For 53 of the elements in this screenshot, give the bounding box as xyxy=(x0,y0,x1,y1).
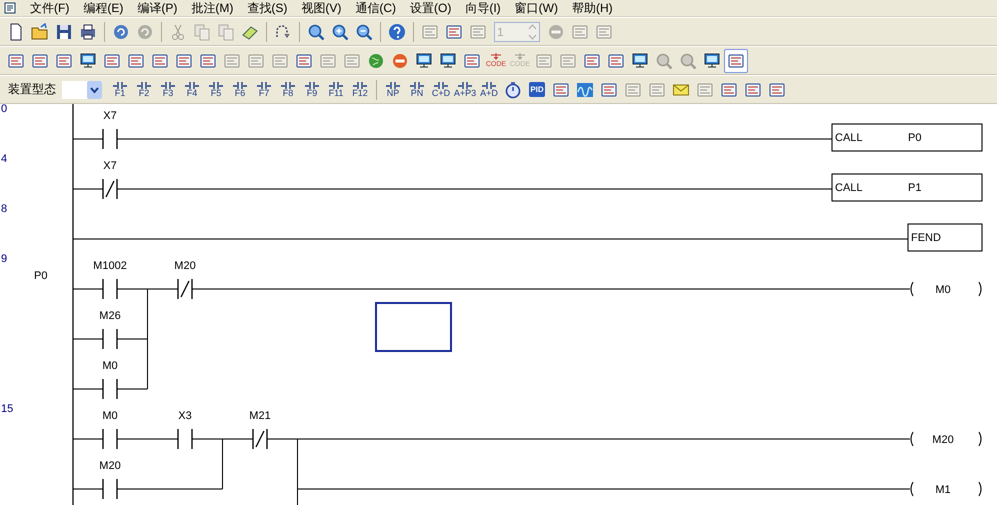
toolbar-button[interactable]: A+D xyxy=(477,78,501,102)
menu-item[interactable]: 查找(S) xyxy=(247,0,288,16)
contact-label: X7 xyxy=(103,110,117,122)
coil-label: M0 xyxy=(935,284,951,296)
toolbar-button[interactable]: A+P3 xyxy=(453,78,477,102)
toolbar-button[interactable]: C+D xyxy=(429,78,453,102)
pointer-label: P0 xyxy=(34,270,48,282)
step-number: 15 xyxy=(1,403,14,415)
step-number: 8 xyxy=(1,203,8,215)
step-number: 9 xyxy=(1,253,8,265)
toolbar-button[interactable]: F6 xyxy=(228,78,252,102)
instruction-text: CALL xyxy=(835,182,863,194)
operand-text: P1 xyxy=(908,182,922,194)
toolbar-button[interactable]: F1 xyxy=(108,78,132,102)
contact-label: M1002 xyxy=(93,260,127,272)
toolbar-button[interactable]: F9 xyxy=(300,78,324,102)
menu-item[interactable]: 帮助(H) xyxy=(572,0,613,16)
toolbar-button[interactable]: NP xyxy=(381,78,405,102)
toolbar-button[interactable]: F4 xyxy=(180,78,204,102)
device-type-label: 装置型态 xyxy=(8,81,56,98)
menu-item[interactable]: 设置(O) xyxy=(410,0,452,16)
contact-label: M26 xyxy=(99,310,121,322)
menu-item[interactable]: 视图(V) xyxy=(301,0,342,16)
contact-label: X7 xyxy=(103,160,117,172)
toolbar-button[interactable]: F11 xyxy=(324,78,348,102)
contact-label: M20 xyxy=(174,260,196,272)
toolbar-button[interactable]: PN xyxy=(405,78,429,102)
toolbar-button[interactable]: F3 xyxy=(156,78,180,102)
toolbar-button[interactable]: F8 xyxy=(276,78,300,102)
coil-label: M20 xyxy=(932,434,954,446)
menu-item[interactable]: 批注(M) xyxy=(191,0,234,16)
menu-item[interactable]: 文件(F) xyxy=(30,0,70,16)
menu-item[interactable]: 编译(P) xyxy=(137,0,178,16)
contact-label: M0 xyxy=(102,360,118,372)
contact-label: M21 xyxy=(249,410,271,422)
coil-label: M1 xyxy=(935,484,951,496)
toolbar-button[interactable]: F5 xyxy=(204,78,228,102)
menu-item[interactable]: 通信(C) xyxy=(355,0,396,16)
menu-item[interactable]: 窗口(W) xyxy=(514,0,558,16)
contact-label: M20 xyxy=(99,460,121,472)
toolbar-button[interactable]: F2 xyxy=(132,78,156,102)
menu-item[interactable]: 向导(I) xyxy=(465,0,501,16)
toolbar-button[interactable]: PID xyxy=(525,78,549,102)
menu-item[interactable]: 编程(E) xyxy=(83,0,124,16)
step-number: 0 xyxy=(1,104,8,115)
instruction-text: CALL xyxy=(835,132,863,144)
operand-text: P0 xyxy=(908,132,922,144)
step-number: 4 xyxy=(1,153,8,165)
contact-label: M0 xyxy=(102,410,118,422)
instruction-text: FEND xyxy=(911,232,941,244)
contact-label: X3 xyxy=(178,410,192,422)
toolbar-button[interactable]: F7 xyxy=(252,78,276,102)
toolbar-button[interactable]: F12 xyxy=(348,78,372,102)
